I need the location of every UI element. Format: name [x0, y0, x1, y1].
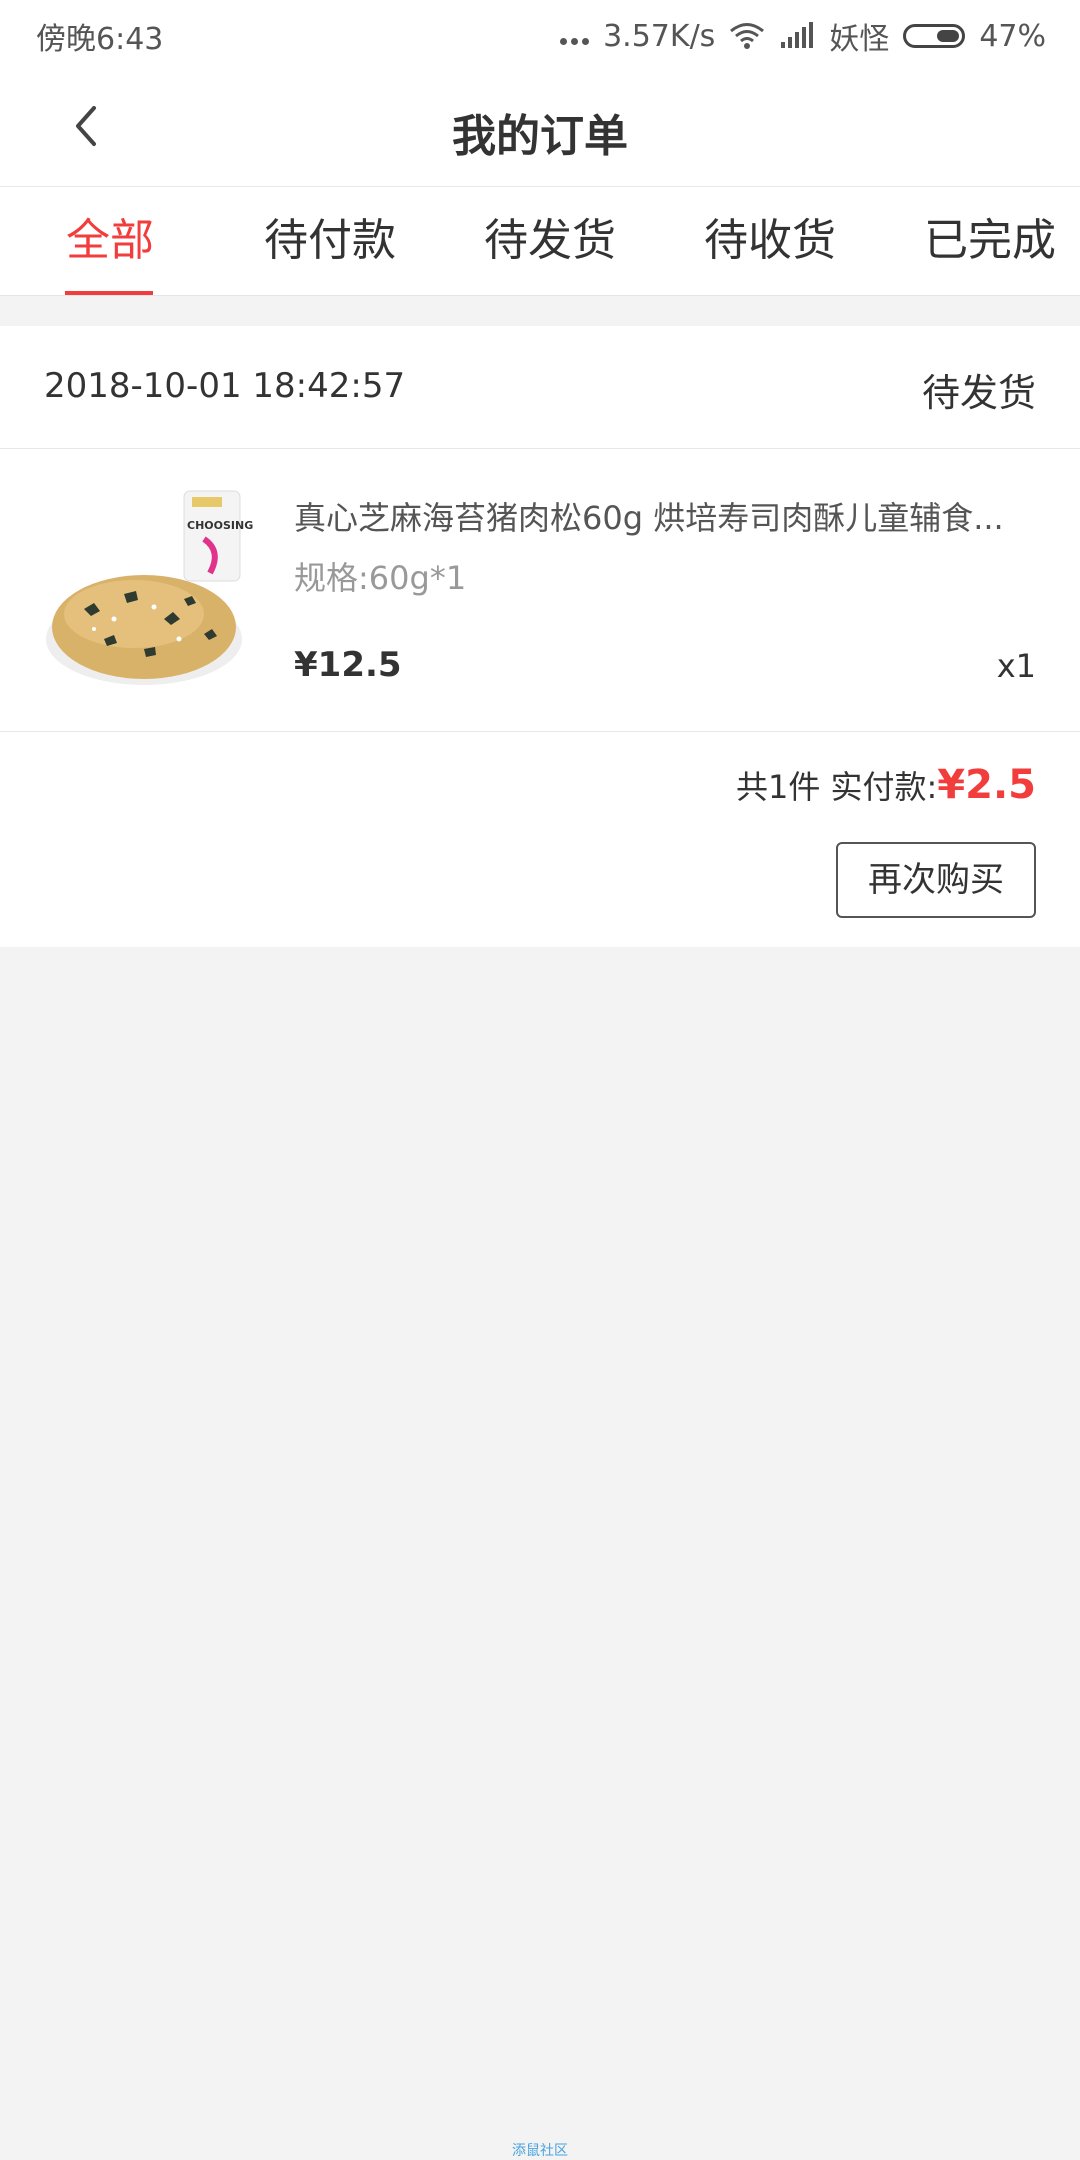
battery-icon — [903, 24, 966, 48]
paid-amount: ¥2.5 — [937, 762, 1036, 808]
product-image[interactable]: CHOOSING — [44, 489, 254, 689]
battery-percent: 47% — [979, 18, 1046, 54]
page-title: 我的订单 — [452, 111, 628, 162]
order-card[interactable]: 2018-10-01 18:42:57 待发货 CHOOSING 真心芝麻海苔猪… — [0, 326, 1080, 947]
order-header: 2018-10-01 18:42:57 待发货 — [0, 326, 1080, 449]
header: 我的订单 — [0, 66, 1080, 187]
status-time: 傍晚6:43 — [36, 22, 164, 57]
product-spec: 规格:60g*1 — [294, 559, 467, 597]
summary-label: 共1件 实付款: — [735, 768, 938, 806]
order-time: 2018-10-01 18:42:57 — [44, 366, 406, 406]
order-tabs: 全部 待付款 待发货 待收货 已完成 — [0, 187, 1080, 296]
rebuy-button[interactable]: 再次购买 — [836, 842, 1036, 918]
order-summary: 共1件 实付款:¥2.5 — [736, 762, 1036, 808]
tab-pending-shipment[interactable]: 待发货 — [440, 187, 660, 295]
product-title: 真心芝麻海苔猪肉松60g 烘培寿司肉酥儿童辅食... — [294, 499, 1004, 537]
more-dots-icon — [560, 37, 590, 45]
carrier-name: 妖怪 — [829, 22, 890, 57]
wifi-icon — [729, 21, 765, 51]
package-label: CHOOSING — [187, 519, 253, 532]
tab-all[interactable]: 全部 — [0, 187, 220, 295]
status-right: 3.57K/s 妖怪 47% — [560, 14, 1046, 58]
tab-pending-payment[interactable]: 待付款 — [220, 187, 440, 295]
watermark: 添鼠社区 — [512, 2143, 568, 2159]
network-speed: 3.57K/s — [603, 18, 716, 54]
product-quantity: x1 — [996, 647, 1036, 685]
product-price: ¥12.5 — [294, 645, 402, 685]
tab-completed[interactable]: 已完成 — [880, 187, 1080, 295]
signal-icon — [779, 22, 815, 50]
status-bar: 傍晚6:43 3.57K/s 妖怪 47% — [0, 0, 1080, 66]
active-tab-indicator — [65, 291, 153, 295]
order-status: 待发货 — [921, 371, 1036, 415]
tab-pending-receipt[interactable]: 待收货 — [660, 187, 880, 295]
product-item[interactable]: CHOOSING 真心芝麻海苔猪肉松60g 烘培寿司肉酥儿童辅食... 规格:6… — [0, 449, 1080, 732]
